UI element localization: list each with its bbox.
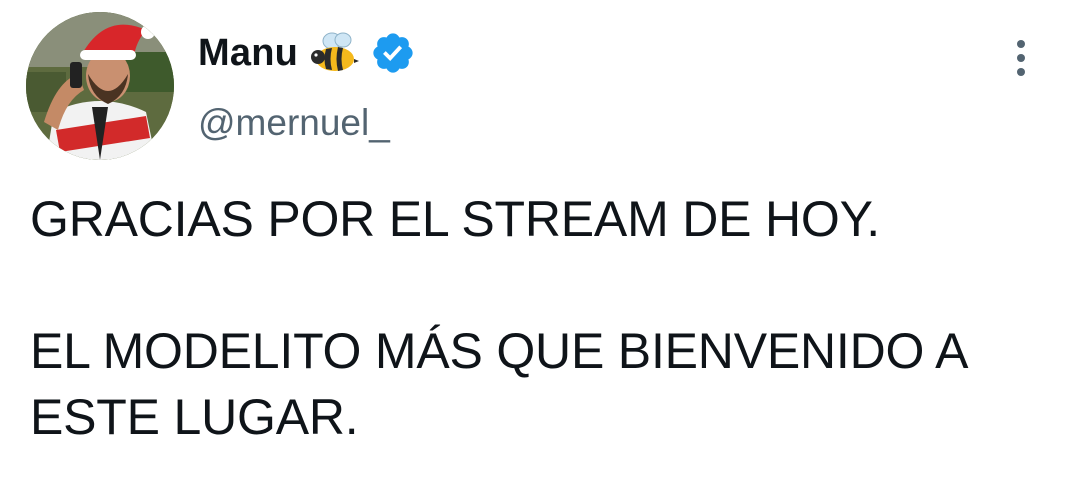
tweet-paragraph-line: EL MODELITO MÁS QUE BIENVENIDO A	[30, 323, 969, 379]
author-name-row: Manu	[198, 28, 416, 78]
tweet-paragraph-line: ESTE LUGAR.	[30, 389, 359, 445]
avatar[interactable]	[26, 12, 174, 160]
avatar-photo	[26, 12, 174, 160]
author-handle[interactable]: @mernuel_	[198, 102, 390, 144]
tweet-card: Manu @mernuel_ GRACIAS POR EL STREAM DE …	[0, 0, 1080, 482]
tweet-paragraph: GRACIAS POR EL STREAM DE HOY.	[30, 191, 880, 247]
bee-icon	[311, 32, 360, 71]
verified-badge-icon	[373, 33, 413, 73]
display-name[interactable]: Manu	[198, 32, 298, 75]
more-vertical-icon[interactable]	[1004, 36, 1038, 80]
tweet-text: GRACIAS POR EL STREAM DE HOY. EL MODELIT…	[30, 186, 1070, 450]
